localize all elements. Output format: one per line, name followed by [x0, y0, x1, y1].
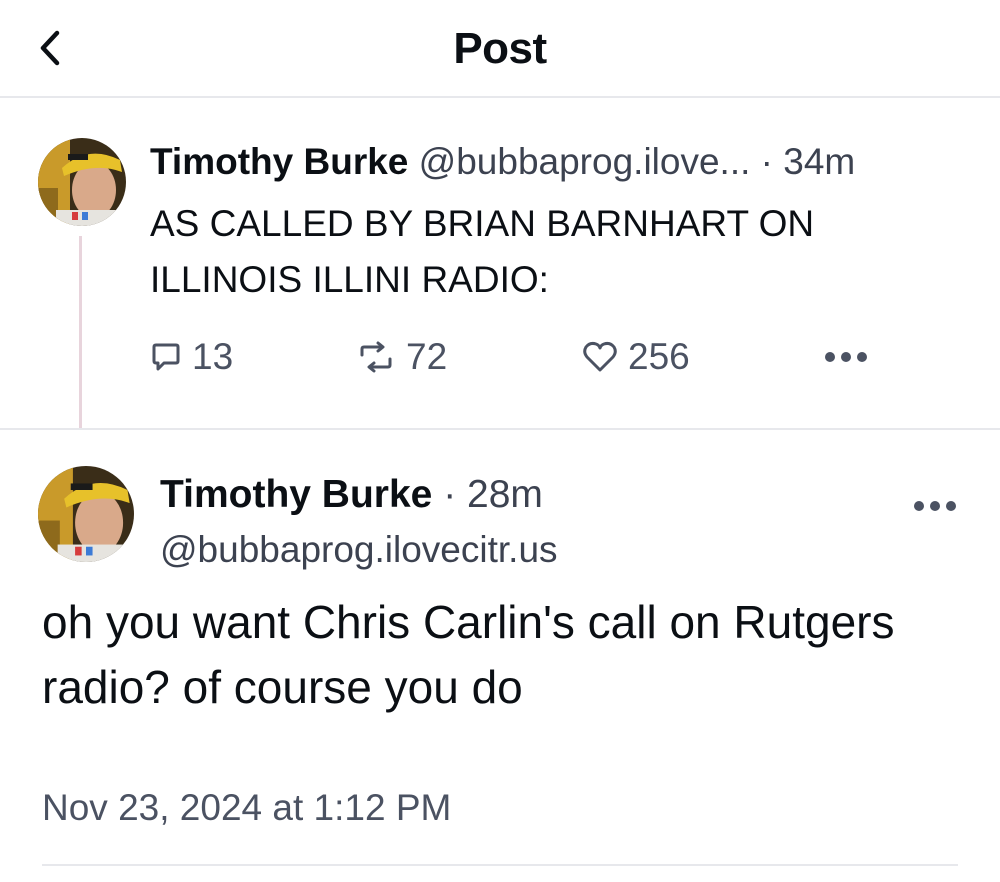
author-name[interactable]: Timothy Burke	[160, 473, 432, 516]
reply-button[interactable]: 13	[150, 332, 233, 382]
post-meta: Timothy Burke · 28m	[160, 472, 543, 518]
heart-icon	[583, 341, 617, 372]
post-meta: Timothy Burke @bubbaprog.ilove... · 34m	[150, 140, 855, 184]
ellipsis-icon	[914, 501, 956, 511]
post-timestamp: Nov 23, 2024 at 1:12 PM	[42, 787, 452, 828]
author-handle[interactable]: @bubbaprog.ilovecitr.us	[160, 528, 558, 572]
author-name[interactable]: Timothy Burke	[150, 141, 408, 182]
post-actions: 13 72 256	[0, 332, 1000, 382]
post-time[interactable]: 28m	[467, 473, 543, 516]
like-button[interactable]: 256	[582, 332, 690, 382]
repost-count: 72	[406, 336, 448, 377]
more-options-button[interactable]	[824, 332, 878, 382]
avatar[interactable]	[38, 466, 134, 562]
author-handle[interactable]: @bubbaprog.ilove...	[419, 141, 751, 182]
divider	[42, 864, 958, 866]
reply-count: 13	[192, 336, 234, 377]
speech-bubble-icon	[152, 343, 180, 371]
post-text: oh you want Chris Carlin's call on Rutge…	[42, 596, 895, 713]
post-page: Post Timothy Burke @bubbaprog.ilove... ·…	[0, 0, 1000, 882]
top-bar: Post	[0, 0, 1000, 98]
post-time[interactable]: 34m	[783, 141, 855, 182]
ellipsis-icon	[825, 352, 867, 362]
like-count: 256	[628, 336, 690, 377]
post-text: AS CALLED BY BRIAN BARNHART ON ILLINOIS …	[150, 203, 815, 300]
page-title: Post	[453, 24, 547, 73]
repost-arrows-icon	[360, 341, 392, 373]
parent-post[interactable]: Timothy Burke @bubbaprog.ilove... · 34m …	[0, 100, 1000, 430]
separator-dot: ·	[760, 141, 773, 182]
repost-button[interactable]: 72	[356, 332, 447, 382]
main-post: Timothy Burke · 28m @bubbaprog.ilovecitr…	[0, 432, 1000, 882]
separator-dot: ·	[443, 473, 457, 516]
avatar[interactable]	[38, 138, 126, 226]
more-options-button[interactable]	[908, 494, 962, 518]
